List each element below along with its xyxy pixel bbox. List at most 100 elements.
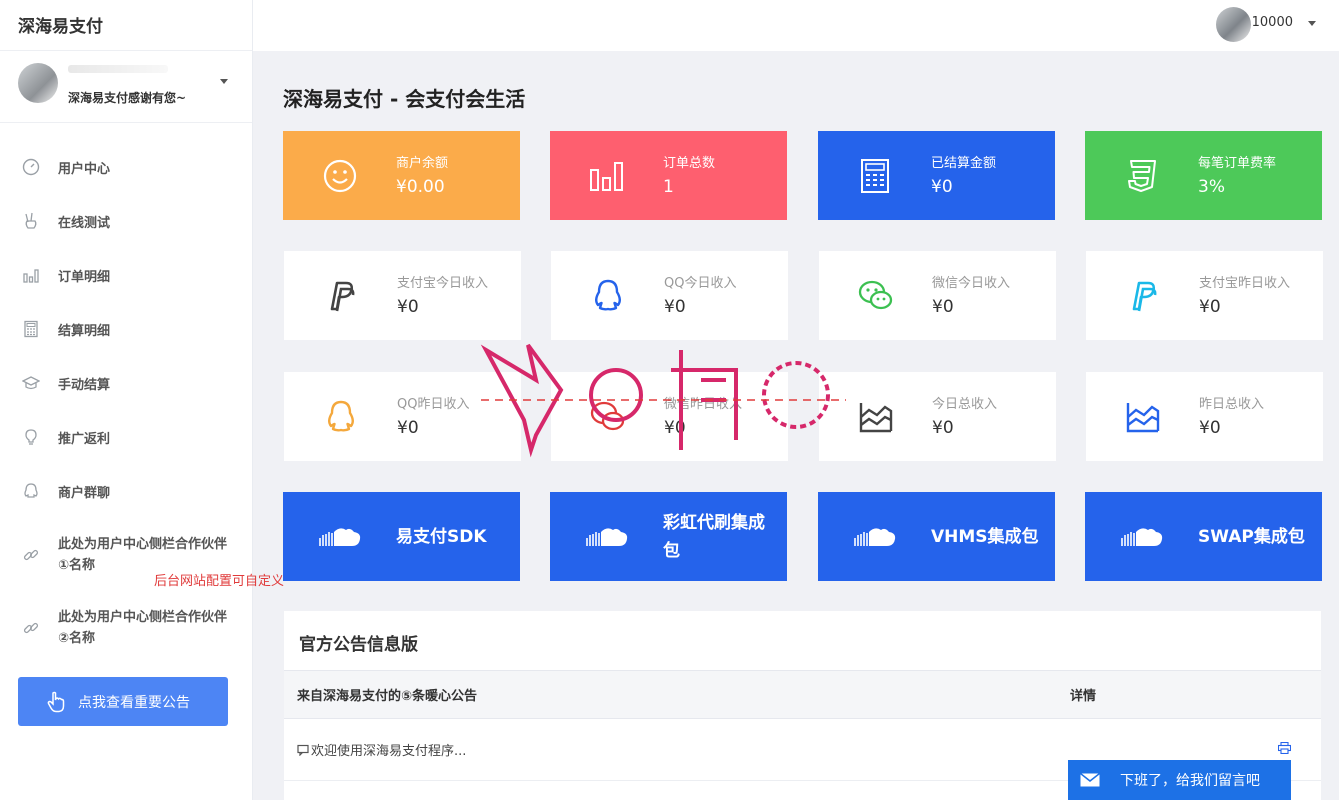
envelope-icon <box>1080 773 1100 787</box>
stat-alipay-today: 支付宝今日收入 ¥0 <box>284 251 521 340</box>
stat-label: 微信今日收入 <box>932 275 1011 291</box>
stat-wechat-today: 微信今日收入 ¥0 <box>819 251 1056 340</box>
qq-icon <box>284 400 397 434</box>
sidebar-item-user-center[interactable]: 用户中心 <box>0 140 252 194</box>
stat-fee-rate: 每笔订单费率 3% <box>1085 131 1322 220</box>
column-detail: 详情 <box>1070 689 1097 704</box>
stat-value: ¥0 <box>932 417 954 438</box>
view-notice-label: 点我查看重要公告 <box>78 694 190 711</box>
stat-qq-today: QQ今日收入 ¥0 <box>551 251 788 340</box>
stat-value: ¥0 <box>664 417 686 438</box>
sidebar-item-orders[interactable]: 订单明细 <box>0 248 252 302</box>
css3-icon <box>1085 159 1198 193</box>
stat-value: ¥0 <box>932 296 954 317</box>
page-title: 深海易支付 - 会支付会生活 <box>283 87 526 111</box>
announcement-text[interactable]: 欢迎使用深海易支付程序... <box>311 740 466 759</box>
stat-total-yesterday: 昨日总收入 ¥0 <box>1086 372 1323 461</box>
sidebar-item-label: 推广返利 <box>58 431 111 447</box>
soundcloud-icon <box>818 526 931 548</box>
stat-value: ¥0 <box>664 296 686 317</box>
sidebar-item-label: 商户群聊 <box>58 485 111 501</box>
smile-icon <box>283 159 396 193</box>
sidebar-item-online-test[interactable]: 在线测试 <box>0 194 252 248</box>
chevron-down-icon[interactable] <box>220 79 228 84</box>
username[interactable]: 10000 <box>1252 15 1293 30</box>
avatar[interactable] <box>1216 7 1251 42</box>
link-icon <box>22 546 40 564</box>
stat-value: ¥0 <box>931 176 953 197</box>
stat-label: 今日总收入 <box>932 396 998 412</box>
stat-label: 微信昨日收入 <box>664 396 743 412</box>
bar-chart-icon <box>22 266 40 284</box>
sidebar-item-label: 结算明细 <box>58 323 111 339</box>
stat-label: 支付宝今日收入 <box>397 275 489 291</box>
sidebar-item-partner-2[interactable]: 此处为用户中心侧栏合作伙伴②名称 <box>0 591 252 664</box>
sidebar: 深海易支付 深海易支付感谢有您~ 用户中心 在线测试 订单明细 结算明细 手动结… <box>0 0 253 800</box>
stat-label: 订单总数 <box>663 155 716 171</box>
download-swap-button[interactable]: SWAP集成包 <box>1085 492 1322 581</box>
download-label: VHMS集成包 <box>931 526 1039 547</box>
view-notice-button[interactable]: 点我查看重要公告 <box>18 677 228 726</box>
stat-alipay-yesterday: 支付宝昨日收入 ¥0 <box>1086 251 1323 340</box>
sidebar-config-note: 后台网站配置可自定义 <box>154 574 285 589</box>
wechat-icon <box>551 401 664 433</box>
stat-value: 3% <box>1198 176 1225 197</box>
download-label: SWAP集成包 <box>1198 526 1305 547</box>
download-sdk-button[interactable]: 易支付SDK <box>283 492 520 581</box>
chevron-down-icon[interactable] <box>1308 21 1316 26</box>
lightbulb-icon <box>22 428 40 446</box>
stat-label: QQ今日收入 <box>664 275 737 291</box>
stat-value: 1 <box>663 176 674 197</box>
user-id-blurred <box>68 65 168 73</box>
stat-total-today: 今日总收入 ¥0 <box>819 372 1056 461</box>
profile-motto: 深海易支付感谢有您~ <box>68 91 187 105</box>
calculator-icon <box>22 320 40 338</box>
sidebar-item-manual-settle[interactable]: 手动结算 <box>0 356 252 410</box>
print-icon[interactable] <box>1277 741 1292 754</box>
announcement-title: 官方公告信息版 <box>284 611 1321 671</box>
stat-qq-yesterday: QQ昨日收入 ¥0 <box>284 372 521 461</box>
user-profile[interactable]: 深海易支付感谢有您~ <box>0 51 252 123</box>
link-icon <box>22 619 40 637</box>
top-bar: 10000 <box>253 0 1339 51</box>
table-header: 来自深海易支付的⑤条暖心公告 详情 <box>284 671 1321 719</box>
download-rainbow-button[interactable]: 彩虹代刷集成包 <box>550 492 787 581</box>
stat-order-count: 订单总数 1 <box>550 131 787 220</box>
download-vhms-button[interactable]: VHMS集成包 <box>818 492 1055 581</box>
area-chart-icon <box>1086 401 1199 433</box>
stat-label: 每笔订单费率 <box>1198 155 1277 171</box>
stat-wechat-yesterday: 微信昨日收入 ¥0 <box>551 372 788 461</box>
stat-settled-amount: 已结算金额 ¥0 <box>818 131 1055 220</box>
sidebar-item-referral[interactable]: 推广返利 <box>0 410 252 464</box>
download-label: 易支付SDK <box>396 526 487 547</box>
soundcloud-icon <box>1085 526 1198 548</box>
graduation-cap-icon <box>22 374 40 392</box>
stat-label: 支付宝昨日收入 <box>1199 275 1291 291</box>
qq-icon <box>551 279 664 313</box>
stat-label: QQ昨日收入 <box>397 396 470 412</box>
stat-value: ¥0.00 <box>396 176 445 197</box>
calculator-icon <box>818 158 931 194</box>
wechat-icon <box>819 280 932 312</box>
soundcloud-icon <box>283 526 396 548</box>
brand-logo[interactable]: 深海易支付 <box>0 0 252 51</box>
sidebar-item-label: 手动结算 <box>58 377 111 393</box>
leave-message-label: 下班了，给我们留言吧 <box>1120 773 1260 789</box>
qq-icon <box>22 482 40 500</box>
stat-balance: 商户余额 ¥0.00 <box>283 131 520 220</box>
message-icon <box>297 744 309 756</box>
sidebar-item-settlements[interactable]: 结算明细 <box>0 302 252 356</box>
stat-label: 昨日总收入 <box>1199 396 1265 412</box>
sidebar-item-merchant-group[interactable]: 商户群聊 <box>0 464 252 518</box>
avatar[interactable] <box>18 63 58 103</box>
hand-peace-icon <box>22 212 40 230</box>
sidebar-item-label: 用户中心 <box>58 161 111 177</box>
dashboard-icon <box>22 158 40 176</box>
leave-message-button[interactable]: 下班了，给我们留言吧 <box>1068 760 1291 800</box>
stat-value: ¥0 <box>1199 296 1221 317</box>
download-label: 彩虹代刷集成包 <box>663 512 765 561</box>
sidebar-item-label: 此处为用户中心侧栏合作伙伴②名称 <box>58 609 228 646</box>
stat-value: ¥0 <box>397 417 419 438</box>
stat-value: ¥0 <box>1199 417 1221 438</box>
paypal-icon <box>284 279 397 313</box>
